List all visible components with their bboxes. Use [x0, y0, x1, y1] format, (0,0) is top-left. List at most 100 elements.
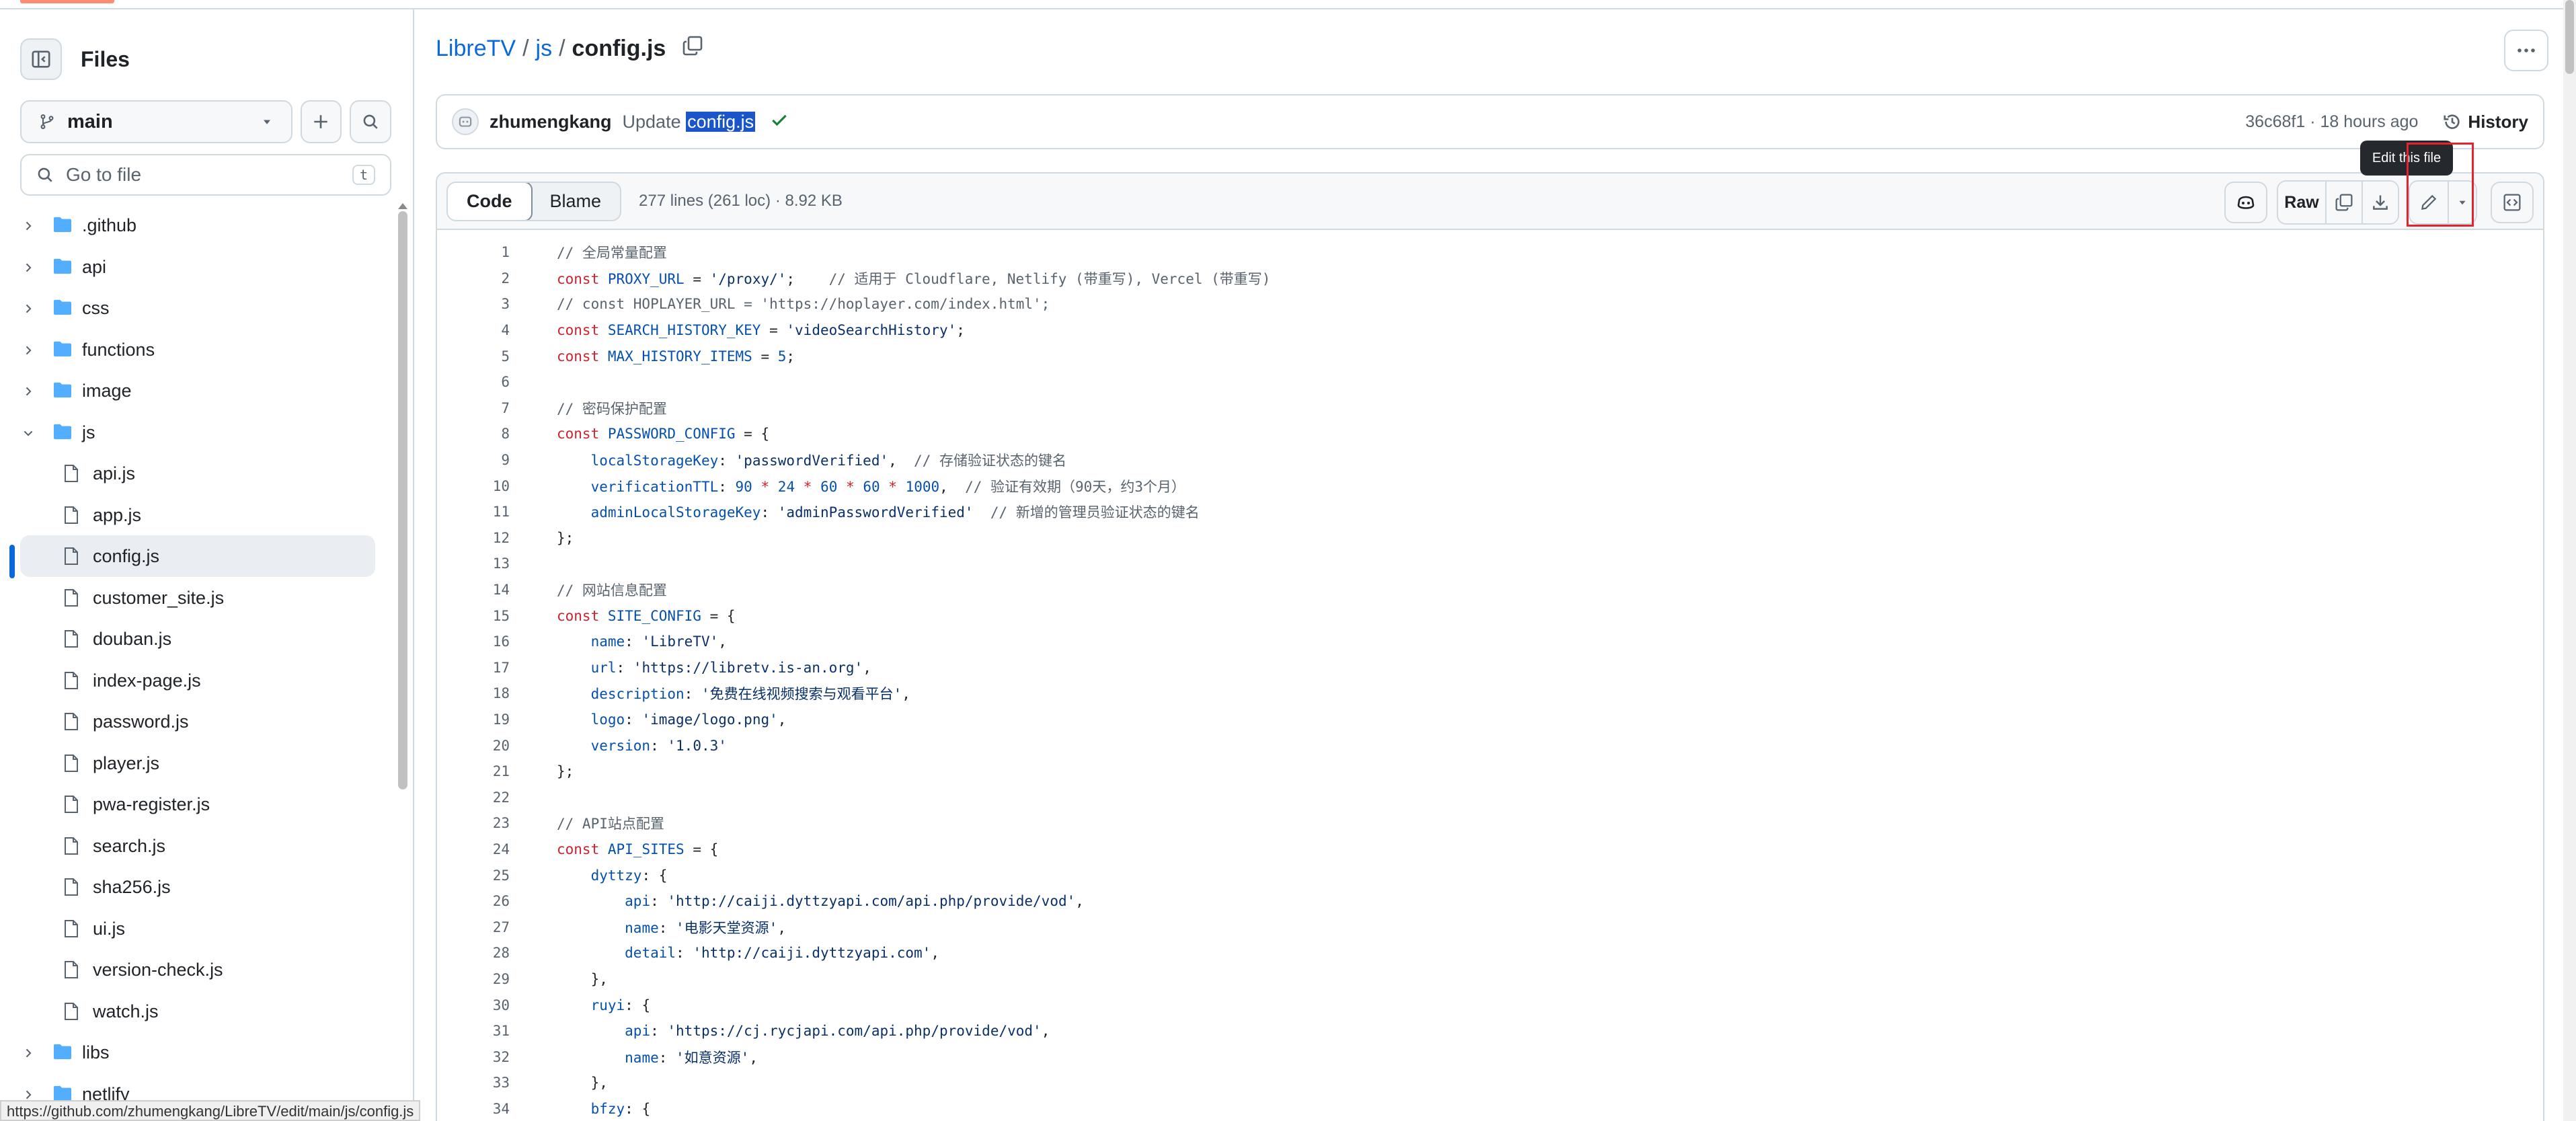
symbols-panel-button[interactable]	[2491, 182, 2534, 223]
line-number[interactable]: 7	[437, 400, 510, 416]
line-number[interactable]: 15	[437, 608, 510, 624]
line-number[interactable]: 19	[437, 711, 510, 728]
avatar[interactable]	[452, 108, 479, 135]
copy-path-button[interactable]	[682, 35, 703, 63]
line-number[interactable]: 20	[437, 738, 510, 754]
tree-file[interactable]: watch.js	[0, 991, 390, 1032]
tree-file[interactable]: player.js	[0, 742, 390, 784]
copilot-button[interactable]	[2224, 182, 2267, 223]
line-number[interactable]: 6	[437, 374, 510, 390]
code-view[interactable]: 1 // 全局常量配置 2 const PROXY_URL = '/proxy/'; …	[437, 239, 2543, 1121]
tree-file[interactable]: ui.js	[0, 908, 390, 950]
tree-item-label: password.js	[93, 711, 189, 732]
line-number[interactable]: 10	[437, 478, 510, 494]
chevron-right-icon[interactable]	[22, 217, 35, 237]
line-number[interactable]: 28	[437, 945, 510, 961]
collapse-sidebar-button[interactable]	[20, 38, 62, 80]
page-scrollbar[interactable]	[2563, 0, 2576, 1121]
line-number[interactable]: 29	[437, 971, 510, 987]
line-number[interactable]: 27	[437, 919, 510, 935]
history-button[interactable]: History	[2442, 112, 2528, 132]
download-button[interactable]	[2362, 182, 2398, 223]
tree-file[interactable]: search.js	[0, 825, 390, 867]
line-number[interactable]: 18	[437, 685, 510, 701]
line-number[interactable]: 33	[437, 1075, 510, 1091]
tree-file[interactable]: app.js	[0, 494, 390, 536]
chevron-right-icon[interactable]	[22, 299, 35, 320]
add-file-button[interactable]	[300, 100, 342, 143]
checks-status[interactable]	[770, 110, 789, 134]
chevron-right-icon[interactable]	[22, 258, 35, 279]
tree-file[interactable]: config.js	[20, 535, 375, 577]
line-number[interactable]: 30	[437, 997, 510, 1013]
tree-file[interactable]: index-page.js	[0, 660, 390, 701]
line-number[interactable]: 16	[437, 633, 510, 650]
folder-icon	[52, 381, 73, 403]
tree-file[interactable]: api.js	[0, 453, 390, 494]
line-number[interactable]: 9	[437, 452, 510, 468]
chevron-right-icon[interactable]	[22, 1044, 35, 1065]
sidebar-scrollbar[interactable]	[398, 211, 407, 789]
line-number[interactable]: 4	[437, 322, 510, 338]
tree-file[interactable]: pwa-register.js	[0, 783, 390, 825]
commit-author-link[interactable]: zhumengkang	[490, 112, 612, 132]
sidebar-title: Files	[81, 46, 130, 71]
line-number[interactable]: 31	[437, 1023, 510, 1039]
page-scrollbar-thumb[interactable]	[2565, 0, 2574, 74]
copy-raw-button[interactable]	[2325, 182, 2362, 223]
tree-folder[interactable]: image	[0, 370, 390, 412]
tree-folder[interactable]: libs	[0, 1032, 390, 1073]
tab-code[interactable]: Code	[448, 182, 533, 220]
branch-selector[interactable]: main	[20, 100, 292, 143]
line-number[interactable]: 26	[437, 893, 510, 909]
chevron-down-icon[interactable]	[22, 424, 35, 444]
tree-file[interactable]: douban.js	[0, 618, 390, 660]
line-number[interactable]: 25	[437, 867, 510, 884]
tree-file[interactable]: sha256.js	[0, 866, 390, 908]
tree-folder[interactable]: api	[0, 246, 390, 288]
tree-file[interactable]: password.js	[0, 701, 390, 742]
chevron-right-icon[interactable]	[22, 341, 35, 362]
chevron-right-icon[interactable]	[22, 382, 35, 403]
tree-file[interactable]: customer_site.js	[0, 577, 390, 619]
more-options-button[interactable]	[2504, 30, 2548, 71]
tree-folder[interactable]: css	[0, 287, 390, 329]
line-number[interactable]: 22	[437, 789, 510, 806]
line-number[interactable]: 34	[437, 1101, 510, 1117]
search-files-button[interactable]	[350, 100, 391, 143]
file-icon	[63, 506, 79, 529]
breadcrumb-repo-link[interactable]: LibreTV	[436, 36, 516, 62]
line-number[interactable]: 11	[437, 504, 510, 520]
commit-message-link[interactable]: Update config.js	[623, 111, 756, 132]
line-number[interactable]: 32	[437, 1049, 510, 1065]
line-number[interactable]: 5	[437, 348, 510, 364]
line-content: api: 'https://cj.rycjapi.com/api.php/pro…	[557, 1023, 1050, 1039]
line-number[interactable]: 3	[437, 296, 510, 312]
scroll-up-arrow-icon[interactable]	[398, 203, 407, 209]
raw-button[interactable]: Raw	[2278, 182, 2325, 223]
tree-folder[interactable]: .github	[0, 204, 390, 246]
file-icon	[63, 671, 79, 695]
tree-item-label: config.js	[93, 546, 160, 566]
line-number[interactable]: 12	[437, 530, 510, 546]
line-number[interactable]: 2	[437, 270, 510, 286]
tree-file[interactable]: version-check.js	[0, 949, 390, 991]
line-number[interactable]: 17	[437, 660, 510, 676]
tree-folder[interactable]: js	[0, 412, 390, 453]
code-token: 'https://cj.rycjapi.com/api.php/provide/…	[667, 1023, 1042, 1040]
tree-folder[interactable]: functions	[0, 329, 390, 371]
line-number[interactable]: 13	[437, 555, 510, 572]
line-number[interactable]: 8	[437, 426, 510, 442]
line-number[interactable]: 14	[437, 582, 510, 598]
line-number[interactable]: 1	[437, 244, 510, 260]
line-number[interactable]: 23	[437, 815, 510, 831]
line-number[interactable]: 21	[437, 763, 510, 779]
breadcrumb-dir-link[interactable]: js	[536, 36, 553, 62]
go-to-file-input[interactable]: Go to file t	[20, 154, 391, 196]
code-token: // 验证有效期（90天，约3个月）	[965, 478, 1185, 495]
commit-sha-and-time[interactable]: 36c68f1 · 18 hours ago	[2245, 112, 2418, 132]
line-number[interactable]: 24	[437, 841, 510, 857]
tab-blame[interactable]: Blame	[531, 183, 621, 220]
active-tab-indicator	[20, 0, 114, 3]
